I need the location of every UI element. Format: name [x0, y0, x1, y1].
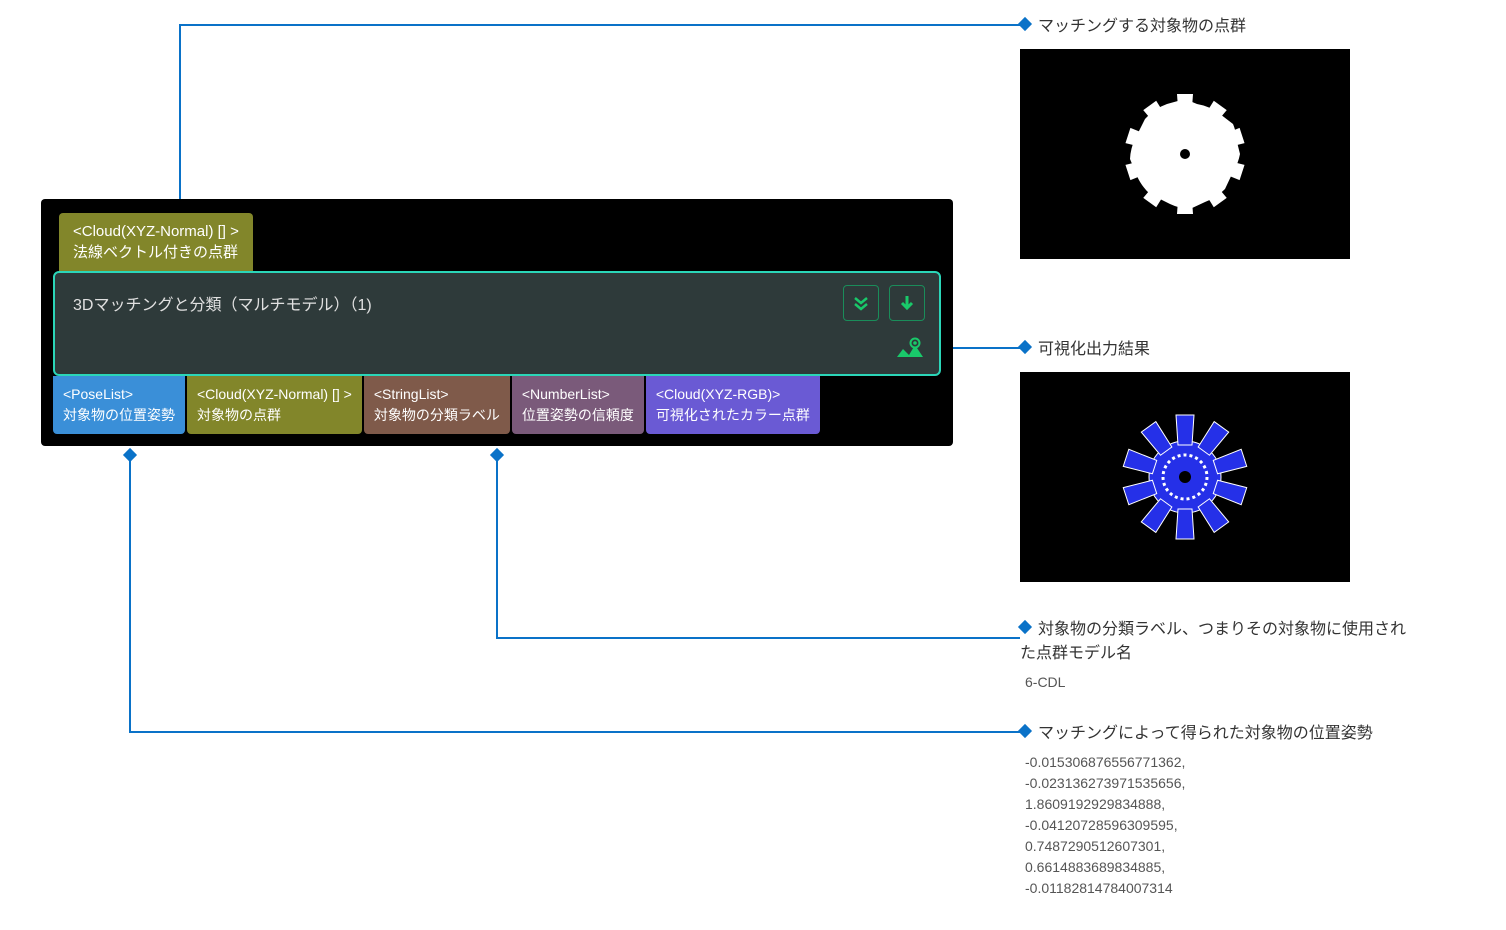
diamond-icon	[1018, 620, 1032, 634]
output-port-label: 対象物の分類ラベル	[374, 405, 500, 426]
output-port-0[interactable]: <PoseList>対象物の位置姿勢	[53, 376, 185, 434]
pose-value-line: -0.015306876556771362,	[1025, 752, 1373, 773]
input-port[interactable]: <Cloud(XYZ-Normal) [] > 法線ベクトル付きの点群	[59, 213, 253, 271]
annotation-label-value: 6-CDL	[1025, 672, 1420, 693]
node-title: 3Dマッチングと分類（マルチモデル）（1)	[73, 291, 921, 315]
chevron-double-down-icon	[851, 293, 871, 313]
pose-value-line: -0.01182814784007314	[1025, 878, 1373, 899]
output-row: <PoseList>対象物の位置姿勢<Cloud(XYZ-Normal) [] …	[41, 376, 953, 446]
eye-landscape-icon	[895, 337, 925, 363]
download-button[interactable]	[889, 285, 925, 321]
output-port-4[interactable]: <Cloud(XYZ-RGB)>可視化されたカラー点群	[646, 376, 820, 434]
annotation-label: 対象物の分類ラベル、つまりその対象物に使用された点群モデル名 6-CDL	[1020, 618, 1420, 693]
output-port-3[interactable]: <NumberList>位置姿勢の信頼度	[512, 376, 644, 434]
output-port-type: <Cloud(XYZ-Normal) [] >	[197, 384, 352, 405]
output-port-label: 対象物の点群	[197, 405, 352, 426]
node-header[interactable]: 3Dマッチングと分類（マルチモデル）（1)	[53, 271, 941, 376]
output-port-1[interactable]: <Cloud(XYZ-Normal) [] >対象物の点群	[187, 376, 362, 434]
diamond-icon	[1018, 340, 1032, 354]
gear-silhouette-icon	[1020, 49, 1350, 259]
output-port-type: <Cloud(XYZ-RGB)>	[656, 384, 810, 405]
output-port-type: <NumberList>	[522, 384, 634, 405]
output-port-2[interactable]: <StringList>対象物の分類ラベル	[364, 376, 510, 434]
input-port-label: 法線ベクトル付きの点群	[73, 242, 239, 263]
gear-colored-icon	[1020, 372, 1350, 582]
pose-value-line: 0.7487290512607301,	[1025, 836, 1373, 857]
annotation-pose: マッチングによって得られた対象物の位置姿勢 -0.015306876556771…	[1020, 722, 1373, 899]
output-port-label: 対象物の位置姿勢	[63, 405, 175, 426]
pose-value-line: -0.04120728596309595,	[1025, 815, 1373, 836]
input-port-type: <Cloud(XYZ-Normal) [] >	[73, 221, 239, 242]
expand-button[interactable]	[843, 285, 879, 321]
annotation-input: マッチングする対象物の点群	[1020, 15, 1350, 259]
diamond-icon	[1018, 724, 1032, 738]
pose-value-line: 1.8609192929834888,	[1025, 794, 1373, 815]
visualize-button[interactable]	[895, 337, 925, 366]
output-port-label: 可視化されたカラー点群	[656, 405, 810, 426]
output-port-label: 位置姿勢の信頼度	[522, 405, 634, 426]
pose-value-line: -0.023136273971535656,	[1025, 773, 1373, 794]
diamond-icon	[1018, 17, 1032, 31]
node-panel: <Cloud(XYZ-Normal) [] > 法線ベクトル付きの点群 3Dマッ…	[41, 199, 953, 446]
download-arrow-icon	[897, 293, 917, 313]
preview-image-visualize	[1020, 372, 1350, 582]
output-port-type: <PoseList>	[63, 384, 175, 405]
preview-image-input	[1020, 49, 1350, 259]
annotation-eye: 可視化出力結果	[1020, 338, 1350, 582]
output-port-type: <StringList>	[374, 384, 500, 405]
pose-value-line: 0.6614883689834885,	[1025, 857, 1373, 878]
annotation-pose-values: -0.015306876556771362,-0.023136273971535…	[1025, 752, 1373, 899]
